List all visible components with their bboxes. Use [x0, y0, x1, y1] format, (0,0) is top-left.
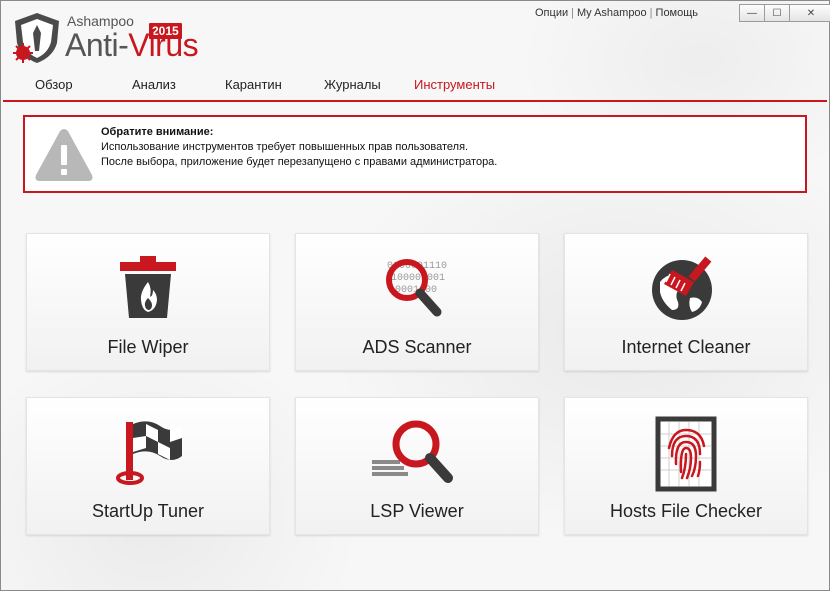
shield-virus-icon — [13, 13, 59, 63]
internet-cleaner-label: Internet Cleaner — [621, 337, 751, 357]
admin-warning-box: Обратите внимание: Использование инструм… — [23, 115, 807, 193]
file-wiper-tile[interactable]: File Wiper — [26, 233, 270, 371]
startup-tuner-label: StartUp Tuner — [91, 501, 205, 521]
warning-line-2: После выбора, приложение будет перезапущ… — [101, 156, 498, 168]
close-button[interactable]: ✕ — [789, 4, 830, 22]
product-name-virus: Virus — [128, 27, 199, 63]
lsp-viewer-tile[interactable]: LSP Viewer — [295, 397, 539, 535]
warning-title: Обратите внимание: — [101, 126, 214, 138]
product-name: Anti-Virus — [65, 27, 199, 63]
flag-icon — [116, 421, 182, 485]
app-window: Ashampoo 2015 Anti-Virus Опции | My Ashamp… — [0, 0, 830, 591]
top-links: Опции | My Ashampoo | Помощь — [535, 7, 698, 19]
lsp-viewer-label: LSP Viewer — [370, 501, 464, 521]
ads-scanner-label: ADS Scanner — [362, 337, 472, 357]
main-tabs: Обзор Анализ Карантин Журналы Инструмент… — [1, 77, 829, 99]
fingerprint-icon — [655, 416, 717, 492]
help-link[interactable]: Помощь — [656, 7, 699, 19]
binary-line-2: 100001001 — [391, 273, 445, 284]
tab-overview[interactable]: Обзор — [35, 77, 73, 92]
tab-logs[interactable]: Журналы — [324, 77, 381, 92]
warning-line-1: Использование инструментов требует повыш… — [101, 141, 469, 153]
warning-text: Обратите внимание: Использование инструм… — [101, 125, 497, 170]
tab-underline — [3, 100, 827, 102]
minimize-button[interactable]: — — [739, 4, 765, 22]
trash-fire-icon — [120, 256, 176, 318]
window-controls: — ☐ ✕ — [739, 4, 830, 22]
ads-scanner-tile[interactable]: 0100001110 100001001 10001100 ADS Scanne… — [295, 233, 539, 371]
hosts-file-checker-label: Hosts File Checker — [609, 501, 763, 521]
link-separator: | — [571, 7, 574, 19]
tab-quarantine[interactable]: Карантин — [225, 77, 282, 92]
warning-icon — [35, 129, 93, 181]
tab-tools[interactable]: Инструменты — [414, 77, 495, 92]
product-name-anti: Anti- — [65, 27, 129, 63]
maximize-button[interactable]: ☐ — [764, 4, 790, 22]
file-wiper-label: File Wiper — [107, 337, 189, 357]
options-link[interactable]: Опции — [535, 7, 568, 19]
internet-cleaner-tile[interactable]: Internet Cleaner — [564, 233, 808, 371]
globe-brush-icon — [652, 256, 712, 320]
startup-tuner-tile[interactable]: StartUp Tuner — [26, 397, 270, 535]
magnifier-icon — [372, 420, 453, 483]
app-logo: Ashampoo 2015 Anti-Virus — [9, 9, 199, 65]
hosts-file-checker-tile[interactable]: Hosts File Checker — [564, 397, 808, 535]
tab-analysis[interactable]: Анализ — [132, 77, 176, 92]
my-ashampoo-link[interactable]: My Ashampoo — [577, 7, 647, 19]
magnifier-binary-icon: 0100001110 100001001 10001100 — [386, 259, 447, 317]
link-separator: | — [649, 7, 653, 19]
